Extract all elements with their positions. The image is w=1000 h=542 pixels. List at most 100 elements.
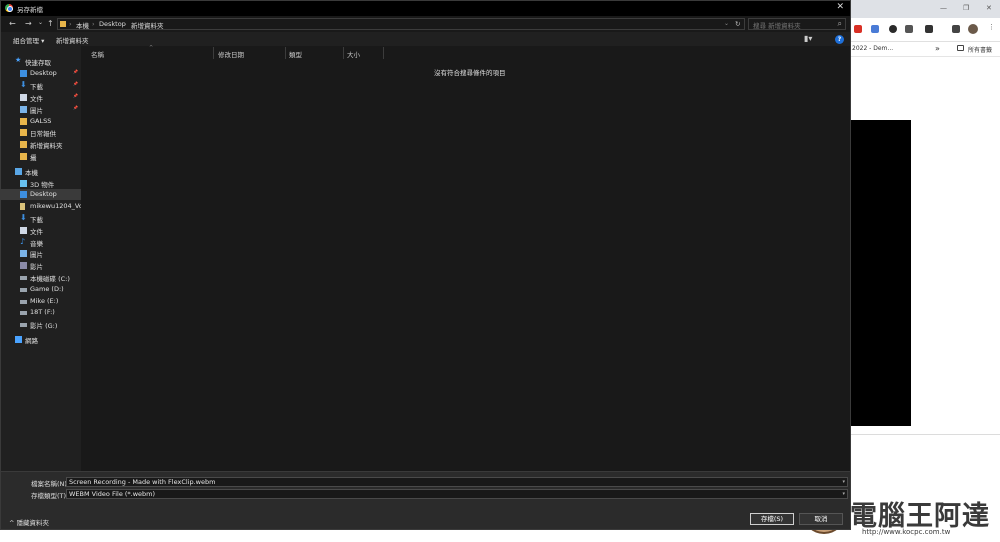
forward-arrow-icon[interactable]: → — [25, 19, 32, 28]
empty-message: 沒有符合搜尋條件的項目 — [434, 69, 506, 77]
sidebar-item-new-folder[interactable]: 新增資料夾 — [1, 139, 81, 150]
new-folder-button[interactable]: 新增資料夾 — [56, 35, 89, 45]
browser-close-button[interactable]: ✕ — [986, 4, 992, 12]
sidebar-item-drive-c[interactable]: 本機磁碟 (C:) — [1, 272, 81, 283]
close-icon[interactable]: ✕ — [836, 2, 844, 12]
file-list[interactable]: ^ 名稱 修改日期 類型 大小 沒有符合搜尋條件的項目 — [81, 45, 850, 471]
breadcrumb-separator[interactable]: › — [92, 20, 95, 28]
navigation-pane: ★ 快速存取 Desktop 📌 ⬇ 下載 📌 文件 📌 圖片 📌 GALSS — [1, 46, 81, 471]
sidebar-item-label: Mike (E:) — [30, 297, 59, 305]
extension-icon[interactable] — [889, 25, 897, 33]
column-header-size[interactable]: 大小 — [347, 49, 360, 59]
pin-icon[interactable]: 📌 — [73, 105, 78, 110]
pin-icon[interactable]: 📌 — [73, 69, 78, 74]
sidebar-item-documents[interactable]: 文件 — [1, 225, 81, 236]
extension-icon[interactable] — [854, 25, 862, 33]
more-menu-icon[interactable]: ⋮ — [988, 23, 995, 31]
pictures-icon — [20, 106, 27, 113]
sidebar-item-folder[interactable]: 攝 — [1, 151, 81, 162]
sidebar-item-label: 下載 — [30, 216, 43, 224]
extension-icon[interactable] — [871, 25, 879, 33]
up-arrow-icon[interactable]: ↑ — [47, 19, 54, 28]
column-divider[interactable] — [383, 47, 384, 59]
desktop-icon — [20, 191, 27, 198]
filename-field[interactable]: Screen Recording - Made with FlexClip.we… — [66, 477, 848, 487]
sidebar-item-3d-objects[interactable]: 3D 物件 — [1, 178, 81, 189]
bookmarks-overflow-icon[interactable]: » — [935, 44, 940, 53]
chevron-down-icon[interactable]: ▾ — [842, 479, 845, 485]
recent-locations-icon[interactable]: ⌄ — [38, 19, 43, 26]
bookmarks-bar: 2022 - Dem... » 所有書籤 — [850, 42, 1000, 57]
back-arrow-icon[interactable]: ← — [9, 19, 16, 28]
minimize-button[interactable]: — — [940, 4, 947, 12]
help-icon[interactable]: ? — [835, 35, 844, 44]
cube-icon — [20, 180, 27, 187]
pin-icon[interactable]: 📌 — [73, 81, 78, 86]
extension-icon[interactable] — [925, 25, 933, 33]
sidebar-item-drive-e[interactable]: Mike (E:) — [1, 296, 81, 307]
column-divider[interactable] — [213, 47, 214, 59]
sidebar-item-label: 新增資料夾 — [30, 142, 63, 150]
column-header-type[interactable]: 類型 — [289, 49, 302, 59]
sidebar-item-usb[interactable]: mikewu1204_Vol.1 — [1, 201, 81, 212]
all-bookmarks-link[interactable]: 所有書籤 — [968, 45, 992, 54]
column-header-date[interactable]: 修改日期 — [218, 49, 244, 59]
sidebar-item-videos[interactable]: 影片 — [1, 260, 81, 271]
breadcrumb-this-pc[interactable]: 本機 — [76, 20, 89, 30]
computer-icon — [15, 168, 22, 175]
sidebar-item-downloads[interactable]: ⬇ 下載 📌 — [1, 80, 81, 91]
hide-folders-button[interactable]: ^ 隱藏資料夾 — [9, 517, 49, 527]
sort-arrow-icon: ^ — [149, 45, 154, 51]
sidebar-item-downloads[interactable]: ⬇ 下載 — [1, 213, 81, 224]
address-dropdown-icon[interactable]: ⌄ — [724, 20, 729, 27]
filetype-select[interactable]: WEBM Video File (*.webm) ▾ — [66, 489, 848, 499]
sidebar-item-desktop[interactable]: Desktop 📌 — [1, 68, 81, 79]
chrome-icon — [5, 4, 13, 12]
breadcrumb-separator[interactable]: › — [69, 20, 72, 28]
breadcrumb-desktop[interactable]: Desktop — [99, 20, 126, 28]
refresh-icon[interactable]: ↻ — [735, 20, 740, 28]
organize-menu-button[interactable]: 組合管理 ▾ — [13, 35, 44, 45]
sidebar-item-music[interactable]: ♪ 音樂 — [1, 237, 81, 248]
chevron-down-icon[interactable]: ▾ — [842, 491, 845, 497]
sidebar-item-this-pc[interactable]: 本機 — [1, 166, 81, 177]
sidebar-item-pictures[interactable]: 圖片 — [1, 248, 81, 259]
sidebar-item-drive-f[interactable]: 18T (F:) — [1, 307, 81, 318]
profile-avatar[interactable] — [968, 24, 978, 34]
tab-title[interactable]: 2022 - Dem... — [852, 45, 893, 52]
sidebar-item-documents[interactable]: 文件 📌 — [1, 92, 81, 103]
sidebar-item-network[interactable]: 網路 — [1, 334, 81, 345]
address-bar[interactable]: › 本機 › Desktop › 新增資料夾 ⌄ ↻ — [57, 18, 745, 30]
extension-icon[interactable] — [905, 25, 913, 33]
sidebar-item-label: 本機 — [25, 169, 38, 177]
search-input[interactable]: 搜尋 新增資料夾 ⌕ — [748, 18, 846, 30]
sidebar-item-pictures[interactable]: 圖片 📌 — [1, 104, 81, 115]
sidebar-item-label: GALSS — [30, 117, 52, 125]
drive-icon — [20, 323, 27, 327]
pin-icon[interactable]: 📌 — [73, 93, 78, 98]
search-placeholder: 搜尋 新增資料夾 — [753, 22, 801, 30]
breadcrumb-separator[interactable]: › — [124, 20, 127, 28]
column-divider[interactable] — [285, 47, 286, 59]
breadcrumb-new-folder[interactable]: 新增資料夾 — [131, 20, 164, 30]
sidebar-item-label: 音樂 — [30, 240, 43, 248]
sidebar-item-drive-g[interactable]: 影片 (G:) — [1, 319, 81, 330]
folder-icon — [20, 129, 27, 136]
command-bar: 組合管理 ▾ 新增資料夾 ▮▾ ? — [1, 32, 850, 46]
sidebar-item-folder[interactable]: 日常報供 — [1, 127, 81, 138]
sidebar-item-drive-d[interactable]: Game (D:) — [1, 284, 81, 295]
maximize-button[interactable]: ❐ — [963, 4, 969, 12]
navigation-bar: ← → ⌄ ↑ › 本機 › Desktop › 新增資料夾 ⌄ ↻ 搜尋 新增… — [1, 16, 850, 32]
usb-drive-icon — [20, 203, 25, 210]
save-button[interactable]: 存檔(S) — [750, 513, 794, 525]
extension-icon[interactable] — [952, 25, 960, 33]
filename-label: 檔案名稱(N): — [31, 480, 70, 488]
sidebar-item-desktop-selected[interactable]: Desktop — [1, 189, 81, 200]
sidebar-item-quick-access[interactable]: ★ 快速存取 — [1, 56, 81, 67]
column-header-name[interactable]: 名稱 — [91, 49, 104, 59]
sidebar-item-galss[interactable]: GALSS — [1, 116, 81, 127]
column-divider[interactable] — [343, 47, 344, 59]
cancel-button[interactable]: 取消 — [799, 513, 843, 525]
sidebar-item-label: Desktop — [30, 190, 57, 198]
view-options-icon[interactable]: ▮▾ — [804, 34, 812, 43]
